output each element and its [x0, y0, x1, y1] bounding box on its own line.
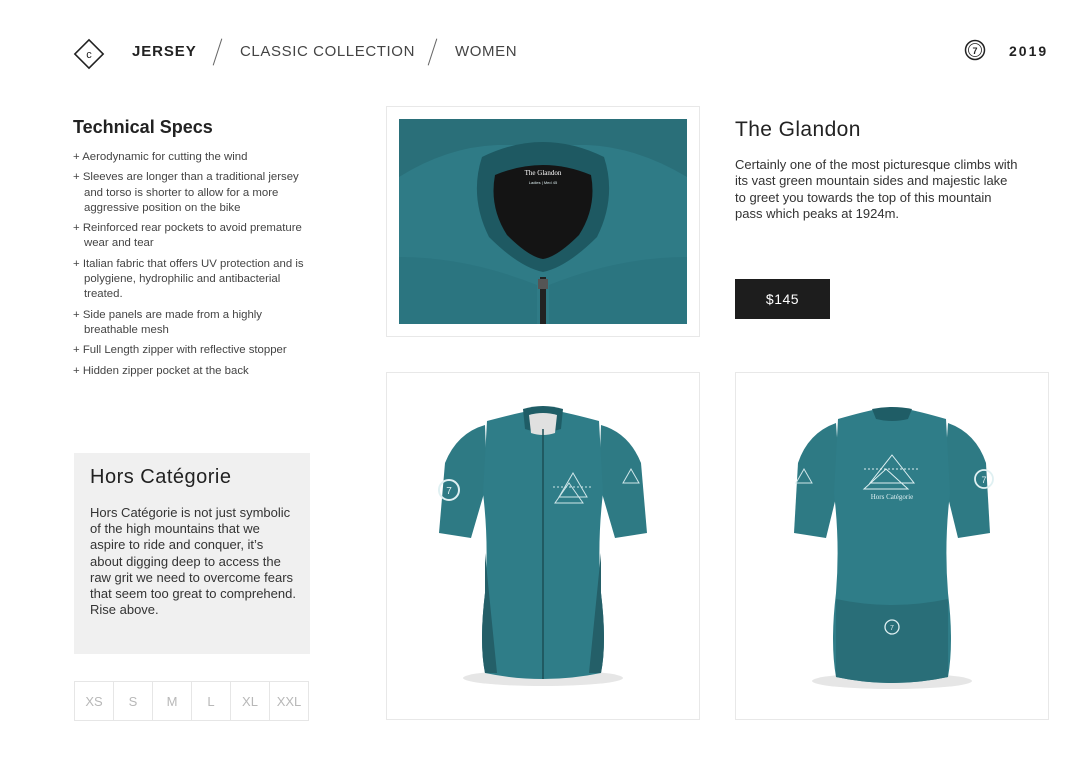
size-option-s[interactable]: S	[114, 682, 153, 720]
svg-text:7: 7	[972, 46, 977, 56]
spec-item: + Italian fabric that offers UV protecti…	[73, 257, 304, 301]
svg-text:7: 7	[890, 625, 894, 632]
front-jersey-frame[interactable]: 7	[386, 372, 700, 720]
seven-circle-icon: 7	[964, 39, 986, 61]
svg-text:7: 7	[446, 486, 452, 497]
breadcrumb-separator	[427, 38, 438, 66]
spec-item: + Aerodynamic for cutting the wind	[73, 151, 248, 163]
breadcrumb-women[interactable]: WOMEN	[455, 43, 517, 60]
spec-item: + Full Length zipper with reflective sto…	[73, 344, 287, 357]
specs-list: + Aerodynamic for cutting the wind + Sle…	[73, 150, 313, 384]
year-label: 2019	[1009, 43, 1049, 59]
hors-categorie-panel: Hors Catégorie Hors Catégorie is not jus…	[74, 453, 310, 654]
collar-closeup-image: The Glandon Ladies | Med 45	[399, 119, 687, 324]
back-jersey-image: 7 Hors Catégorie 7	[794, 407, 994, 689]
collar-label-name: The Glandon	[525, 169, 562, 177]
svg-text:7: 7	[981, 475, 986, 485]
hors-categorie-title: Hors Catégorie	[90, 466, 232, 488]
size-option-xxl[interactable]: XXL	[270, 682, 308, 720]
back-jersey-frame[interactable]: 7 Hors Catégorie 7	[735, 372, 1049, 720]
size-option-l[interactable]: L	[192, 682, 231, 720]
spec-item: + Reinforced rear pockets to avoid prema…	[73, 222, 302, 250]
size-option-xs[interactable]: XS	[75, 682, 114, 720]
price-button[interactable]: $145	[735, 279, 830, 319]
size-selector: XS S M L XL XXL	[74, 681, 309, 721]
header: c JERSEY CLASSIC COLLECTION WOMEN 7 2019	[0, 0, 1090, 100]
size-option-xl[interactable]: XL	[231, 682, 270, 720]
svg-text:c: c	[86, 49, 92, 61]
product-title: The Glandon	[735, 118, 861, 141]
product-description: Certainly one of the most picturesque cl…	[735, 157, 1018, 221]
diamond-c-logo-icon[interactable]: c	[72, 37, 106, 71]
collar-image-frame[interactable]: The Glandon Ladies | Med 45	[386, 106, 700, 337]
back-print-text: Hors Catégorie	[871, 493, 914, 501]
spec-item: + Sleeves are longer than a traditional …	[73, 171, 299, 214]
breadcrumb-jersey[interactable]: JERSEY	[132, 43, 197, 60]
breadcrumb-separator	[212, 38, 223, 66]
front-jersey-image: 7	[438, 406, 647, 686]
size-option-m[interactable]: M	[153, 682, 192, 720]
specs-title: Technical Specs	[73, 117, 213, 137]
hors-categorie-text: Hors Catégorie is not just symbolic of t…	[90, 505, 296, 618]
spec-item: + Hidden zipper pocket at the back	[73, 364, 249, 377]
collar-label-size: Ladies | Med 45	[529, 180, 558, 185]
spec-item: + Side panels are made from a highly bre…	[73, 308, 263, 336]
breadcrumb-classic-collection[interactable]: CLASSIC COLLECTION	[240, 43, 415, 60]
